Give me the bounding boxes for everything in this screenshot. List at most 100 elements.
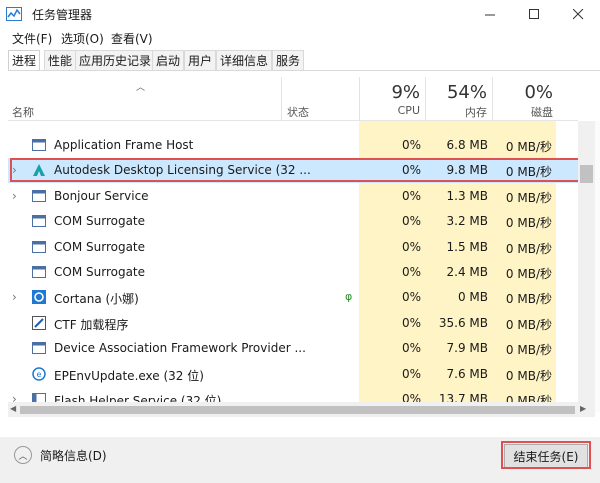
process-disk: 0 MB/秒 <box>505 267 552 281</box>
column-header-cpu-percent[interactable]: 9% <box>362 82 420 103</box>
process-memory: 1.5 MB <box>446 239 488 254</box>
scroll-left-icon[interactable]: ◀ <box>10 404 16 413</box>
table-row[interactable]: e EPEnvUpdate.exe (32 位) 0% 7.6 MB 0 MB/秒 <box>8 362 578 387</box>
column-header-disk-percent[interactable]: 0% <box>495 82 553 103</box>
expand-chevron-icon[interactable]: › <box>12 189 17 203</box>
app-icon <box>32 214 46 228</box>
process-disk: 0 MB/秒 <box>505 216 552 231</box>
column-divider <box>281 77 282 120</box>
column-divider <box>359 77 360 120</box>
sort-up-icon: ︿ <box>136 83 146 93</box>
process-name: COM Surrogate <box>54 239 146 254</box>
expand-chevron-icon[interactable]: › <box>12 290 17 304</box>
process-cpu: 0% <box>401 188 421 203</box>
menu-file[interactable]: 文件(F) <box>12 30 52 47</box>
table-row[interactable]: COM Surrogate 0% 1.5 MB 0 MB/秒 <box>8 235 578 260</box>
process-cpu: 0% <box>401 138 421 152</box>
less-details-toggle[interactable]: ︿ 简略信息(D) <box>14 446 107 464</box>
table-row[interactable]: Application Frame Host 0% 6.8 MB 0 MB/秒 <box>8 133 578 158</box>
app-icon <box>32 240 46 254</box>
maximize-icon <box>528 8 539 19</box>
column-divider <box>425 77 426 120</box>
vertical-scroll-thumb[interactable] <box>580 165 593 183</box>
table-row[interactable]: COM Surrogate 0% 3.2 MB 0 MB/秒 <box>8 209 578 234</box>
end-task-highlight-outline <box>501 441 591 469</box>
process-cpu: 0% <box>401 341 421 356</box>
process-name: COM Surrogate <box>54 265 146 279</box>
process-name: Cortana (小娜) <box>54 292 139 307</box>
column-header-disk[interactable]: 磁盘 <box>495 104 553 120</box>
process-disk: 0 MB/秒 <box>505 368 552 383</box>
app-icon <box>32 138 46 152</box>
maximize-button[interactable] <box>512 0 556 28</box>
process-cpu: 0% <box>401 290 421 305</box>
tab-app-history[interactable]: 应用历史记录 <box>75 50 156 70</box>
tab-details[interactable]: 详细信息 <box>216 50 273 70</box>
process-disk: 0 MB/秒 <box>505 317 552 332</box>
process-name: EPEnvUpdate.exe (32 位) <box>54 368 204 383</box>
app-icon <box>32 189 46 203</box>
selection-highlight-outline <box>10 158 598 182</box>
minimize-icon <box>484 14 495 15</box>
process-cpu: 0% <box>401 315 421 330</box>
table-row[interactable]: Device Association Framework Provider ..… <box>8 336 578 361</box>
right-edge <box>595 121 600 412</box>
column-header-name[interactable]: 名称 <box>12 104 34 120</box>
chevron-up-icon: ︿ <box>14 446 32 464</box>
process-name: Application Frame Host <box>54 138 194 152</box>
process-memory: 1.3 MB <box>446 188 488 203</box>
tab-performance[interactable]: 性能 <box>44 50 77 70</box>
process-disk: 0 MB/秒 <box>505 241 552 256</box>
minimize-button[interactable] <box>468 0 512 28</box>
process-disk: 0 MB/秒 <box>505 343 552 358</box>
process-cpu: 0% <box>401 366 421 381</box>
process-cpu: 0% <box>401 239 421 254</box>
table-row-partial <box>8 121 578 132</box>
close-button[interactable] <box>556 0 600 28</box>
tab-users[interactable]: 用户 <box>184 50 217 70</box>
less-details-label: 简略信息(D) <box>40 448 107 463</box>
menu-view[interactable]: 查看(V) <box>111 30 153 47</box>
process-name: COM Surrogate <box>54 214 146 229</box>
process-memory: 0 MB <box>457 290 488 305</box>
app-icon <box>32 265 46 279</box>
process-name: Bonjour Service <box>54 188 149 203</box>
process-memory: 2.4 MB <box>446 265 488 279</box>
task-manager-icon <box>6 7 22 21</box>
table-row[interactable]: CTF 加载程序 0% 35.6 MB 0 MB/秒 <box>8 311 578 336</box>
column-header-memory[interactable]: 内存 <box>428 104 487 120</box>
menu-options[interactable]: 选项(O) <box>61 30 104 47</box>
tab-divider <box>8 70 600 71</box>
table-row[interactable]: › Cortana (小娜) φ 0% 0 MB 0 MB/秒 <box>8 285 578 310</box>
tab-services[interactable]: 服务 <box>272 50 305 70</box>
process-disk: 0 MB/秒 <box>505 140 552 154</box>
process-cpu: 0% <box>401 214 421 229</box>
process-memory: 6.8 MB <box>446 138 488 152</box>
app-icon <box>32 341 46 355</box>
ctf-icon <box>32 315 46 330</box>
process-cpu: 0% <box>401 265 421 279</box>
process-status: φ <box>345 290 353 304</box>
horizontal-scroll-thumb[interactable] <box>20 406 575 414</box>
process-name: CTF 加载程序 <box>54 317 129 332</box>
window-title: 任务管理器 <box>32 8 93 22</box>
process-disk: 0 MB/秒 <box>505 190 552 205</box>
process-disk: 0 MB/秒 <box>505 292 552 307</box>
tab-processes[interactable]: 进程 <box>8 50 41 70</box>
scroll-right-icon[interactable]: ▶ <box>580 404 586 413</box>
table-row[interactable]: COM Surrogate 0% 2.4 MB 0 MB/秒 <box>8 260 578 285</box>
table-row[interactable]: › Bonjour Service 0% 1.3 MB 0 MB/秒 <box>8 184 578 209</box>
close-icon <box>572 8 583 19</box>
process-memory: 7.9 MB <box>446 341 488 356</box>
column-header-cpu[interactable]: CPU <box>362 104 420 117</box>
process-memory: 3.2 MB <box>446 214 488 229</box>
column-header-memory-percent[interactable]: 54% <box>428 82 487 103</box>
tab-startup[interactable]: 启动 <box>152 50 185 70</box>
ep-icon: e <box>32 366 46 381</box>
svg-text:e: e <box>37 370 42 379</box>
column-header-status[interactable]: 状态 <box>287 104 309 120</box>
process-memory: 35.6 MB <box>438 315 488 330</box>
column-divider <box>492 77 493 120</box>
process-name: Device Association Framework Provider ..… <box>54 341 306 356</box>
cortana-icon <box>32 290 46 305</box>
